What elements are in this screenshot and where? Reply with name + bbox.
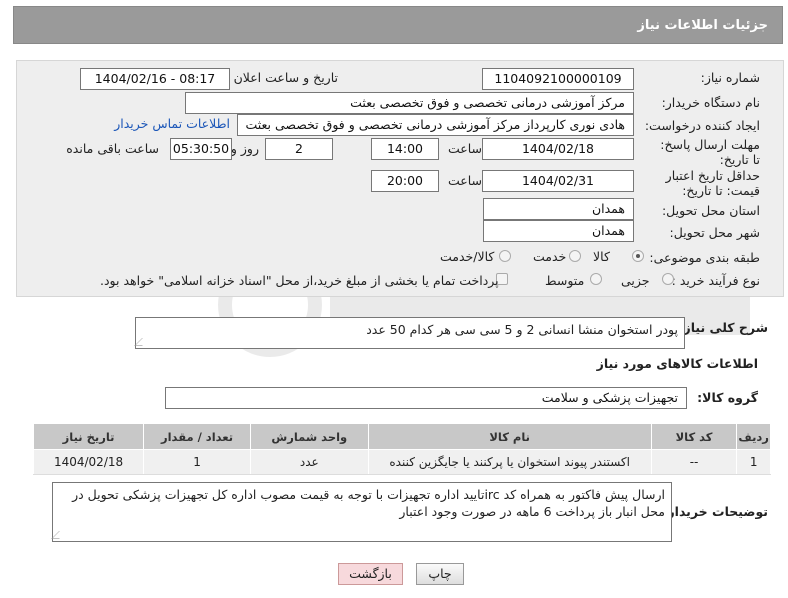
description-text: پودر استخوان منشا انسانی 2 و 5 سی سی هر … xyxy=(366,322,678,337)
process-radio-medium[interactable] xyxy=(590,273,602,285)
province-label: استان محل تحویل: xyxy=(661,203,760,218)
goods-table: ردیف کد کالا نام کالا واحد شمارش تعداد /… xyxy=(32,423,771,475)
city-field[interactable]: همدان xyxy=(483,220,634,242)
buyer-notes-label: توضیحات خریدار: xyxy=(662,504,768,519)
buyer-notes-textarea[interactable]: ارسال پیش فاکتور به همراه کد ircتایید اد… xyxy=(51,482,672,542)
buyer-org-field[interactable]: مرکز آموزشی درمانی تخصصی و فوق تخصصی بعث… xyxy=(185,92,634,114)
resize-grip-icon[interactable] xyxy=(51,531,67,539)
cell-item-code: -- xyxy=(650,449,738,475)
category-option-service: خدمت xyxy=(533,249,567,264)
table-row[interactable]: 1 -- اکستندر پیوند استخوان یا پرکنند یا … xyxy=(32,449,771,475)
print-button[interactable]: چاپ xyxy=(416,563,464,585)
cell-need-date: 1404/02/18 xyxy=(32,449,145,475)
buyer-notes-text: ارسال پیش فاکتور به همراه کد ircتایید اد… xyxy=(72,487,665,519)
announce-field[interactable]: 1404/02/16 - 08:17 xyxy=(80,68,230,90)
table-header-row: ردیف کد کالا نام کالا واحد شمارش تعداد /… xyxy=(32,423,771,450)
price-date-field[interactable]: 1404/02/31 xyxy=(482,170,634,192)
goods-section-title: اطلاعات کالاهای مورد نیاز xyxy=(596,356,758,371)
reply-time-field[interactable]: 14:00 xyxy=(371,138,439,160)
process-radio-minor[interactable] xyxy=(662,273,674,285)
col-header-need-date: تاریخ نیاز xyxy=(32,423,145,450)
process-option-medium: متوسط xyxy=(545,273,585,288)
reply-deadline-label: مهلت ارسال پاسخ: تا تاریخ: xyxy=(660,137,760,167)
price-time-word: ساعت xyxy=(447,173,482,188)
description-label: شرح کلی نیاز: xyxy=(678,320,768,335)
category-radio-both[interactable] xyxy=(499,250,511,262)
page-title: جزئیات اطلاعات نیاز xyxy=(637,18,768,33)
cell-quantity: 1 xyxy=(143,449,251,475)
back-button[interactable]: بازگشت xyxy=(338,563,403,585)
requester-label: ایجاد کننده درخواست: xyxy=(644,118,760,133)
cell-item-name: اکستندر پیوند استخوان یا پرکنند یا جایگز… xyxy=(367,449,652,475)
category-option-both: کالا/خدمت xyxy=(440,249,495,264)
reply-date-field[interactable]: 1404/02/18 xyxy=(482,138,634,160)
category-radio-goods[interactable] xyxy=(632,250,644,262)
remaining-time-field[interactable]: 05:30:50 xyxy=(170,138,232,160)
goods-group-label: گروه کالا: xyxy=(697,390,758,405)
header-bar: جزئیات اطلاعات نیاز xyxy=(13,6,783,44)
category-label: طبقه بندی موضوعی: xyxy=(649,250,760,265)
province-field[interactable]: همدان xyxy=(483,198,634,220)
process-label: نوع فرآیند خرید : xyxy=(671,273,760,288)
col-header-quantity: تعداد / مقدار xyxy=(143,423,251,450)
price-deadline-label: حداقل تاریخ اعتبار قیمت: تا تاریخ: xyxy=(665,168,760,198)
col-header-unit: واحد شمارش xyxy=(250,423,369,450)
category-radio-service[interactable] xyxy=(569,250,581,262)
days-word: روز و xyxy=(230,141,259,156)
cell-row-number: 1 xyxy=(736,449,771,475)
goods-group-field[interactable]: تجهیزات پزشکی و سلامت xyxy=(165,387,687,409)
buyer-org-label: نام دستگاه خریدار: xyxy=(661,95,760,110)
col-header-item-name: نام کالا xyxy=(367,423,652,450)
city-label: شهر محل تحویل: xyxy=(669,225,760,240)
col-header-row-number: ردیف xyxy=(736,423,771,450)
price-time-field[interactable]: 20:00 xyxy=(371,170,439,192)
contact-info-link[interactable]: اطلاعات تماس خریدار xyxy=(114,116,230,131)
need-number-label: شماره نیاز: xyxy=(700,70,760,85)
col-header-item-code: کد کالا xyxy=(650,423,738,450)
cell-unit: عدد xyxy=(250,449,369,475)
days-field[interactable]: 2 xyxy=(265,138,333,160)
treasury-payment-note: پرداخت تمام یا بخشی از مبلغ خرید،از محل … xyxy=(100,273,499,288)
need-number-field[interactable]: 1104092100000109 xyxy=(482,68,634,90)
remaining-label: ساعت باقی مانده xyxy=(66,141,159,156)
category-option-goods: کالا xyxy=(593,249,610,264)
description-textarea[interactable]: پودر استخوان منشا انسانی 2 و 5 سی سی هر … xyxy=(134,317,685,349)
resize-grip-icon[interactable] xyxy=(134,338,150,346)
requester-field[interactable]: هادی نوری کارپرداز مرکز آموزشی درمانی تخ… xyxy=(237,114,634,136)
reply-time-word: ساعت xyxy=(447,141,482,156)
process-option-minor: جزیی xyxy=(621,273,650,288)
